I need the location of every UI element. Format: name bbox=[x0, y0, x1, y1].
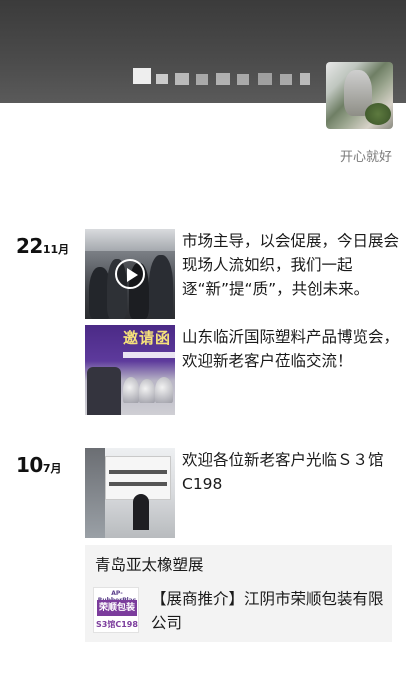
share-thumb-booth: S3馆C198 bbox=[96, 620, 138, 629]
post-text[interactable]: 山东临沂国际塑料产品博览会，欢迎新老客户莅临交流！ bbox=[182, 325, 399, 373]
thumb-pellet-pile bbox=[155, 377, 173, 403]
nickname-blurred bbox=[300, 73, 310, 85]
date-day: 10 bbox=[16, 453, 43, 477]
shared-article-card[interactable]: 青岛亚太橡塑展 AP-RubberPlas 荣顺包装 S3馆C198 【展商推介… bbox=[85, 545, 392, 642]
date-month: 11月 bbox=[42, 243, 70, 256]
avatar[interactable] bbox=[326, 62, 393, 129]
post-text[interactable]: 欢迎各位新老客户光临Ｓ３馆C198 bbox=[182, 448, 399, 496]
post-text[interactable]: 市场主导，以会促展，今日展会现场人流如织，我们一起逐“新”提“质”，共创未来。 bbox=[182, 229, 399, 301]
thumb-shelf bbox=[109, 482, 167, 486]
nickname-blurred bbox=[258, 73, 272, 85]
share-thumb-company: 荣顺包装 bbox=[97, 600, 137, 616]
nickname-blurred bbox=[237, 74, 249, 85]
post-date: 107月 bbox=[16, 453, 62, 477]
nickname-blurred bbox=[196, 74, 208, 85]
profile-signature: 开心就好 bbox=[339, 150, 392, 165]
thumb-banner-bar bbox=[123, 352, 175, 358]
nickname-blurred bbox=[133, 68, 151, 84]
date-month: 7月 bbox=[42, 462, 62, 475]
thumb-pellet-pile bbox=[123, 377, 139, 403]
nickname-blurred bbox=[156, 74, 168, 84]
thumb-ceiling bbox=[85, 229, 175, 251]
thumb-pellet-pile bbox=[139, 379, 155, 403]
thumb-person bbox=[133, 494, 149, 530]
share-title: 青岛亚太橡塑展 bbox=[95, 556, 204, 574]
play-icon[interactable] bbox=[115, 259, 145, 289]
post-date: 2211月 bbox=[16, 234, 69, 258]
thumb-figure bbox=[149, 255, 173, 319]
avatar-foliage bbox=[365, 103, 391, 125]
thumb-shelf bbox=[109, 470, 167, 474]
nickname-blurred bbox=[175, 73, 189, 85]
date-day: 22 bbox=[16, 234, 43, 258]
post-video-thumbnail[interactable] bbox=[85, 229, 175, 319]
thumb-sign bbox=[85, 448, 105, 538]
share-article-title: 【展商推介】江阴市荣顺包装有限公司 bbox=[151, 590, 384, 632]
post-image-thumbnail[interactable] bbox=[85, 448, 175, 538]
thumb-people bbox=[87, 367, 121, 415]
post-image-thumbnail[interactable]: 邀请函 bbox=[85, 325, 175, 415]
nickname-blurred bbox=[216, 73, 230, 85]
thumb-banner-text: 邀请函 bbox=[123, 329, 172, 347]
share-thumbnail: AP-RubberPlas 荣顺包装 S3馆C198 bbox=[93, 587, 139, 633]
nickname-blurred bbox=[280, 74, 292, 85]
